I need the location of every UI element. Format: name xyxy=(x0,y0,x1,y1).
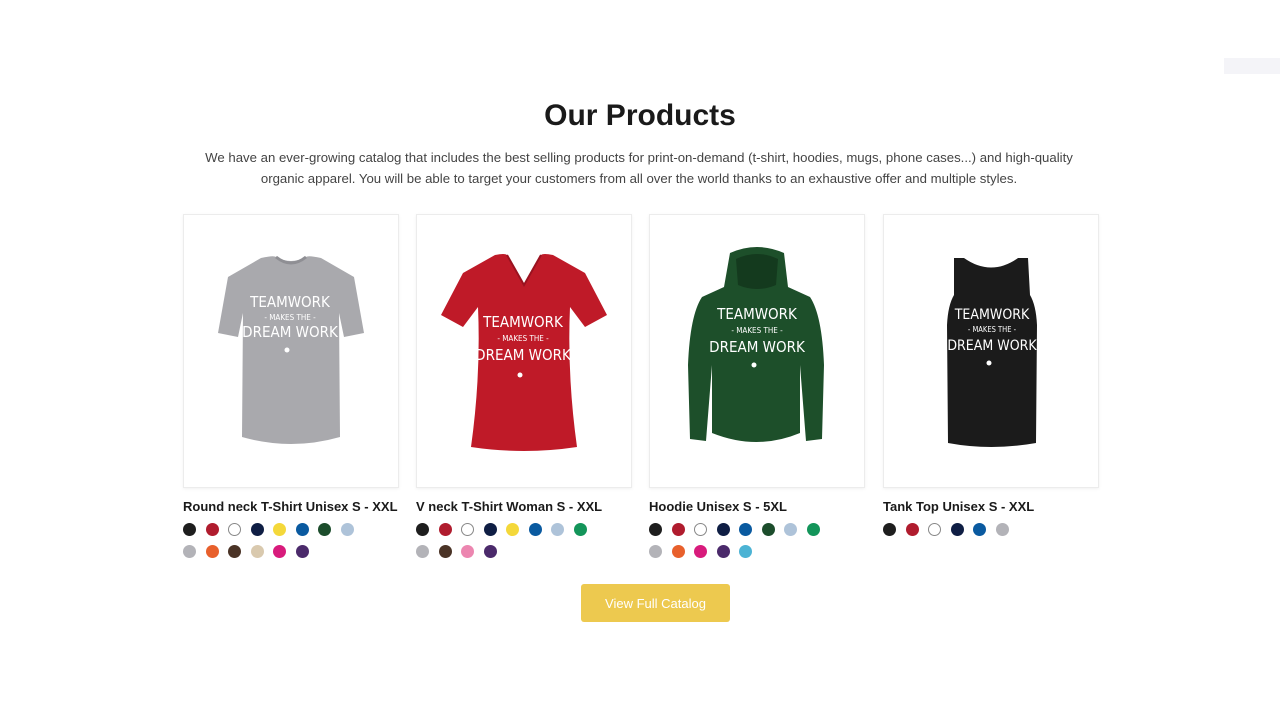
tank-top-icon: TEAMWORK - MAKES THE - DREAM WORK xyxy=(947,258,1037,447)
product-image-frame[interactable]: TEAMWORK - MAKES THE - DREAM WORK xyxy=(183,214,399,488)
color-swatch[interactable] xyxy=(318,523,331,536)
product-image-frame[interactable]: TEAMWORK - MAKES THE - DREAM WORK xyxy=(883,214,1099,488)
brand-mark-icon xyxy=(284,347,290,353)
color-swatch[interactable] xyxy=(205,523,219,536)
print-line-2: - MAKES THE - xyxy=(968,325,1017,334)
color-swatch[interactable] xyxy=(694,523,707,536)
color-swatch[interactable] xyxy=(438,523,452,536)
brand-mark-icon xyxy=(751,362,757,368)
color-swatch[interactable] xyxy=(416,523,429,536)
hoodie-icon: TEAMWORK - MAKES THE - DREAM WORK xyxy=(688,247,824,442)
color-swatch[interactable] xyxy=(295,545,309,558)
color-swatch[interactable] xyxy=(716,523,730,536)
view-full-catalog-button[interactable]: View Full Catalog xyxy=(581,584,730,622)
product-name[interactable]: Tank Top Unisex S - XXL xyxy=(883,498,1099,516)
print-line-3: DREAM WORK xyxy=(947,338,1037,354)
color-swatch[interactable] xyxy=(806,523,820,536)
product-image-frame[interactable]: TEAMWORK - MAKES THE - DREAM WORK xyxy=(416,214,632,488)
color-swatch[interactable] xyxy=(250,523,264,536)
color-swatches xyxy=(649,523,849,567)
color-swatch[interactable] xyxy=(649,545,662,558)
tshirt-icon: TEAMWORK - MAKES THE - DREAM WORK xyxy=(218,255,364,444)
color-swatch[interactable] xyxy=(973,523,986,536)
color-swatch[interactable] xyxy=(784,523,797,536)
color-swatch[interactable] xyxy=(461,545,474,558)
color-swatch[interactable] xyxy=(273,545,286,558)
product-card-round-neck[interactable]: TEAMWORK - MAKES THE - DREAM WORK Round … xyxy=(183,214,399,567)
color-swatch[interactable] xyxy=(438,545,452,558)
product-name[interactable]: Hoodie Unisex S - 5XL xyxy=(649,498,865,516)
product-card-hoodie[interactable]: TEAMWORK - MAKES THE - DREAM WORK Hoodie… xyxy=(649,214,865,567)
garment-shape xyxy=(218,256,364,444)
color-swatch[interactable] xyxy=(694,545,707,558)
print-line-2: - MAKES THE - xyxy=(264,313,316,322)
product-image-frame[interactable]: TEAMWORK - MAKES THE - DREAM WORK xyxy=(649,214,865,488)
color-swatch[interactable] xyxy=(739,523,752,536)
color-swatch[interactable] xyxy=(905,523,919,536)
color-swatch[interactable] xyxy=(228,523,241,536)
color-swatch[interactable] xyxy=(551,523,564,536)
color-swatch[interactable] xyxy=(649,523,662,536)
section-title: Our Products xyxy=(544,99,736,132)
product-name[interactable]: Round neck T-Shirt Unisex S - XXL xyxy=(183,498,399,516)
vneck-tshirt-icon: TEAMWORK - MAKES THE - DREAM WORK xyxy=(441,254,607,451)
color-swatch[interactable] xyxy=(995,523,1009,536)
product-name[interactable]: V neck T-Shirt Woman S - XXL xyxy=(416,498,632,516)
print-line-2: - MAKES THE - xyxy=(731,326,783,335)
color-swatch[interactable] xyxy=(928,523,941,536)
product-card-tank-top[interactable]: TEAMWORK - MAKES THE - DREAM WORK Tank T… xyxy=(883,214,1099,545)
color-swatch[interactable] xyxy=(483,523,497,536)
color-swatch[interactable] xyxy=(228,545,241,558)
corner-tab[interactable] xyxy=(1224,58,1280,74)
color-swatch[interactable] xyxy=(250,545,264,558)
color-swatch[interactable] xyxy=(671,545,685,558)
print-line-1: TEAMWORK xyxy=(249,293,331,311)
color-swatches xyxy=(416,523,616,567)
color-swatch[interactable] xyxy=(950,523,964,536)
color-swatch[interactable] xyxy=(273,523,286,536)
print-line-3: DREAM WORK xyxy=(709,338,806,356)
color-swatch[interactable] xyxy=(739,545,752,558)
color-swatches xyxy=(883,523,1083,545)
print-line-1: TEAMWORK xyxy=(954,307,1030,323)
print-line-3: DREAM WORK xyxy=(242,323,339,341)
color-swatch[interactable] xyxy=(716,545,730,558)
color-swatch[interactable] xyxy=(183,545,196,558)
color-swatch[interactable] xyxy=(416,545,429,558)
print-line-3: DREAM WORK xyxy=(475,346,572,364)
color-swatch[interactable] xyxy=(205,545,219,558)
color-swatch[interactable] xyxy=(295,523,309,536)
print-line-1: TEAMWORK xyxy=(716,305,798,323)
color-swatches xyxy=(183,523,383,567)
color-swatch[interactable] xyxy=(461,523,474,536)
print-line-2: - MAKES THE - xyxy=(497,334,549,343)
color-swatch[interactable] xyxy=(528,523,542,536)
color-swatch[interactable] xyxy=(671,523,685,536)
color-swatch[interactable] xyxy=(183,523,196,536)
color-swatch[interactable] xyxy=(573,523,587,536)
brand-mark-icon xyxy=(517,372,523,378)
section-description: We have an ever-growing catalog that inc… xyxy=(205,150,1073,186)
color-swatch[interactable] xyxy=(506,523,519,536)
color-swatch[interactable] xyxy=(883,523,896,536)
print-line-1: TEAMWORK xyxy=(482,313,564,331)
color-swatch[interactable] xyxy=(761,523,775,536)
product-card-v-neck[interactable]: TEAMWORK - MAKES THE - DREAM WORK V neck… xyxy=(416,214,632,567)
color-swatch[interactable] xyxy=(340,523,354,536)
color-swatch[interactable] xyxy=(483,545,497,558)
brand-mark-icon xyxy=(986,360,992,366)
